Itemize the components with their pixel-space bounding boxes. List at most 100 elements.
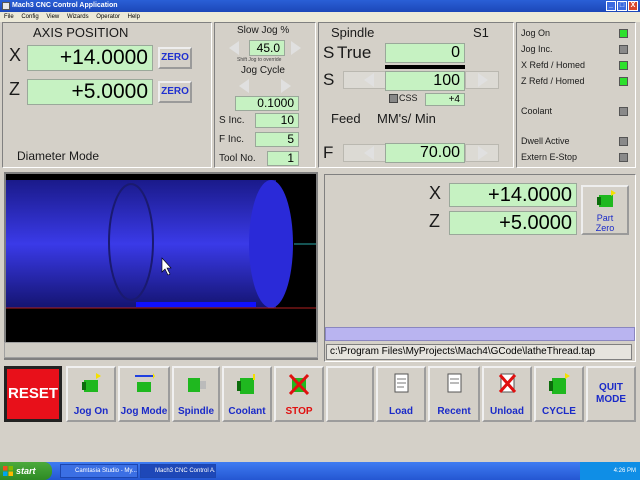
spindle-speed-up-icon[interactable] xyxy=(478,73,488,87)
stock-end-face xyxy=(249,180,293,308)
shift-jog-hint: Shift Jog to override xyxy=(237,57,282,63)
close-button[interactable]: X xyxy=(628,1,638,11)
led-jog-on-label: Jog On xyxy=(521,28,551,38)
windows-taskbar: start Camtasia Studio - My... Mach3 CNC … xyxy=(0,462,640,480)
f-inc-label: F Inc. xyxy=(219,134,245,145)
jog-mode-button[interactable]: Jog Mode xyxy=(118,366,170,422)
jog-cycle-dro[interactable]: 0.1000 xyxy=(235,96,299,111)
zero-x-button[interactable]: ZERO xyxy=(158,47,192,69)
load-button[interactable]: Load xyxy=(376,366,426,422)
feed-rate-dro[interactable]: 70.00 xyxy=(385,143,465,163)
s-label: S xyxy=(323,70,335,89)
slow-jog-label: Slow Jog % xyxy=(237,25,290,36)
part-zero-caption-1: Part xyxy=(596,213,614,223)
jog-cycle-label: Jog Cycle xyxy=(241,65,285,76)
dro2-x-label: X xyxy=(429,183,442,203)
cycle-start-button[interactable]: CYCLE xyxy=(534,366,584,422)
menu-operator[interactable]: Operator xyxy=(96,14,120,20)
cycle-start-caption: CYCLE xyxy=(542,406,576,417)
slow-jog-dro[interactable]: 45.0 xyxy=(249,40,285,56)
jog-on-button[interactable]: Jog On xyxy=(66,366,116,422)
quit-mode-button[interactable]: QUIT MODE xyxy=(586,366,636,422)
s-inc-dro[interactable]: 10 xyxy=(255,113,299,128)
stock-cylinder xyxy=(6,180,276,308)
jog-mode-icon xyxy=(135,373,155,392)
spindle-speed-down-icon[interactable] xyxy=(364,73,374,87)
window-title-bar: Mach3 CNC Control Application _ □ X xyxy=(0,0,640,12)
menu-view[interactable]: View xyxy=(46,14,59,20)
toolpath-render xyxy=(6,180,316,309)
cycle-start-icon xyxy=(549,373,570,394)
s-inc-label: S Inc. xyxy=(219,115,245,126)
coolant-button[interactable]: Coolant xyxy=(222,366,272,422)
led-x-refd xyxy=(619,61,628,70)
feed-label: Feed xyxy=(331,111,361,126)
dro2-x-value[interactable]: +14.0000 xyxy=(449,183,577,207)
toolpath-line xyxy=(136,302,256,307)
recent-file-icon xyxy=(447,373,462,393)
axis-position-panel: AXIS POSITION X +14.0000 ZERO Z +5.0000 … xyxy=(2,22,212,168)
led-dwell xyxy=(619,137,628,146)
app-area: AXIS POSITION X +14.0000 ZERO Z +5.0000 … xyxy=(0,22,640,462)
jog-cycle-up-icon[interactable] xyxy=(281,79,291,93)
css-label: CSS xyxy=(399,93,418,103)
menu-bar: File Config View Wizards Operator Help xyxy=(0,12,640,22)
progress-bar xyxy=(325,327,635,341)
unload-button[interactable]: Unload xyxy=(482,366,532,422)
axis-position-title: AXIS POSITION xyxy=(33,25,129,40)
slow-jog-up-icon[interactable] xyxy=(291,41,301,55)
stop-button[interactable]: STOP xyxy=(274,366,324,422)
spindle-button[interactable]: Spindle xyxy=(172,366,220,422)
tool-no-label: Tool No. xyxy=(219,153,256,164)
f-inc-dro[interactable]: 5 xyxy=(255,132,299,147)
x-position-dro[interactable]: +14.0000 xyxy=(27,45,153,71)
slow-jog-down-icon[interactable] xyxy=(229,41,239,55)
jog-cycle-down-icon[interactable] xyxy=(239,79,249,93)
feed-up-arrow-box[interactable] xyxy=(465,144,499,162)
toolpath-display[interactable] xyxy=(4,172,318,360)
taskbar-item-camtasia[interactable]: Camtasia Studio - My... xyxy=(60,464,138,478)
unload-file-icon xyxy=(498,373,517,393)
led-z-refd-label: Z Refd / Homed xyxy=(521,76,585,86)
menu-file[interactable]: File xyxy=(4,14,14,20)
css-checkbox[interactable] xyxy=(389,94,398,103)
dro2-z-value[interactable]: +5.0000 xyxy=(449,211,577,235)
spindle-speed-dro[interactable]: 100 xyxy=(385,71,465,91)
dro2-z-label: Z xyxy=(429,211,440,231)
recent-button[interactable]: Recent xyxy=(428,366,480,422)
maximize-button[interactable]: □ xyxy=(617,1,627,11)
recent-caption: Recent xyxy=(437,406,471,417)
z-axis-label: Z xyxy=(9,79,20,99)
menu-wizards[interactable]: Wizards xyxy=(67,14,89,20)
spindle-caption: Spindle xyxy=(177,406,215,417)
taskbar-item-mach3[interactable]: Mach3 CNC Control A... xyxy=(140,464,216,478)
spindle-up-arrow-box[interactable] xyxy=(465,71,499,89)
feed-rate-up-icon[interactable] xyxy=(478,146,488,160)
diameter-mode-label: Diameter Mode xyxy=(17,149,100,163)
start-button[interactable]: start xyxy=(0,462,52,480)
coolant-icon xyxy=(237,374,255,394)
menu-config[interactable]: Config xyxy=(21,14,38,20)
app-icon xyxy=(2,2,10,10)
stop-icon xyxy=(288,373,310,396)
spindle-icon xyxy=(188,378,206,392)
window-title: Mach3 CNC Control Application xyxy=(12,2,118,9)
zero-z-button[interactable]: ZERO xyxy=(158,81,192,103)
led-jog-on xyxy=(619,29,628,38)
stop-caption: STOP xyxy=(285,406,313,417)
led-jog-inc xyxy=(619,45,628,54)
feed-rate-down-icon[interactable] xyxy=(364,146,374,160)
menu-help[interactable]: Help xyxy=(128,14,140,20)
spindle-s1-label: S1 xyxy=(473,25,489,40)
status-led-panel: Jog On Jog Inc. X Refd / Homed Z Refd / … xyxy=(516,22,636,168)
coolant-caption: Coolant xyxy=(228,406,266,417)
tool-no-dro[interactable]: 1 xyxy=(267,151,299,166)
s-true-s-label: S xyxy=(323,43,335,62)
feed-units-label: MM's/ Min xyxy=(377,111,436,126)
reset-button[interactable]: RESET xyxy=(4,366,62,422)
z-position-dro[interactable]: +5.0000 xyxy=(27,79,153,105)
f-label: F xyxy=(323,143,334,162)
minimize-button[interactable]: _ xyxy=(606,1,616,11)
part-zero-button[interactable]: Part Zero xyxy=(581,185,629,235)
part-zero-caption-2: Zero xyxy=(595,223,615,233)
